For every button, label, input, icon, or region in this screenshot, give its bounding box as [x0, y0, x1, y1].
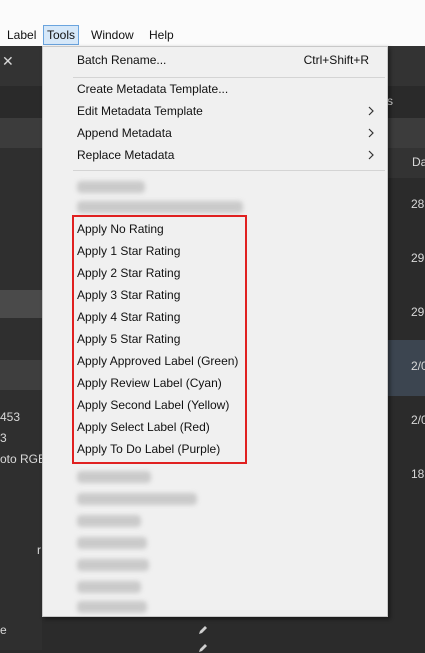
date-cell-5: 2/0: [411, 413, 425, 427]
redacted-menu-item[interactable]: [77, 559, 149, 571]
redacted-menu-item[interactable]: [77, 537, 147, 549]
left-panel-selected-row[interactable]: [0, 290, 42, 318]
menu-window[interactable]: Window: [91, 26, 134, 44]
submenu-arrow-icon: [368, 128, 374, 138]
metadata-value-2: 3: [0, 431, 7, 445]
menu-bar: Label Tools Window Help: [0, 0, 425, 46]
batch-rename-shortcut: Ctrl+Shift+R: [303, 53, 369, 67]
menu-label[interactable]: Label: [7, 26, 36, 44]
date-cell-2: 29: [411, 251, 425, 265]
menu-item-batch-rename[interactable]: Batch Rename...: [77, 50, 166, 70]
date-cell-1: 28: [411, 197, 425, 211]
date-cell-6: 18: [411, 467, 425, 481]
menu-item-edit-metadata-template[interactable]: Edit Metadata Template: [77, 101, 203, 121]
pencil-icon[interactable]: [198, 643, 208, 653]
redacted-menu-item[interactable]: [77, 581, 141, 593]
metadata-value-1: 453: [0, 410, 21, 424]
menu-item-append-metadata[interactable]: Append Metadata: [77, 123, 172, 143]
menu-separator: [73, 77, 385, 78]
metadata-label-r: r: [37, 543, 41, 557]
date-cell-3: 29: [411, 305, 425, 319]
redacted-menu-item[interactable]: [77, 201, 243, 213]
menu-tools[interactable]: Tools: [43, 25, 80, 45]
submenu-arrow-icon: [368, 106, 374, 116]
metadata-value-3: oto RGB: [0, 452, 47, 466]
submenu-arrow-icon: [368, 150, 374, 160]
redacted-menu-item[interactable]: [77, 601, 147, 613]
metadata-label-e: e: [0, 623, 7, 637]
redacted-menu-item[interactable]: [77, 493, 197, 505]
menu-help[interactable]: Help: [149, 26, 174, 44]
redacted-menu-item[interactable]: [77, 515, 141, 527]
highlight-box: [72, 215, 247, 464]
right-content-panel: [386, 148, 425, 650]
left-panel-header: [0, 360, 42, 390]
menu-separator: [73, 170, 385, 171]
menu-item-replace-metadata[interactable]: Replace Metadata: [77, 145, 174, 165]
tools-dropdown-menu: Batch Rename... Ctrl+Shift+R Create Meta…: [42, 46, 388, 617]
menu-item-create-metadata-template[interactable]: Create Metadata Template...: [77, 79, 228, 99]
column-header-date[interactable]: Da: [412, 155, 425, 169]
arrow-left-icon[interactable]: ✕: [2, 53, 14, 70]
pencil-icon[interactable]: [198, 625, 208, 635]
left-panel: [0, 148, 42, 650]
redacted-menu-item[interactable]: [77, 471, 151, 483]
redacted-menu-item[interactable]: [77, 181, 145, 193]
date-cell-4: 2/0: [411, 359, 425, 373]
